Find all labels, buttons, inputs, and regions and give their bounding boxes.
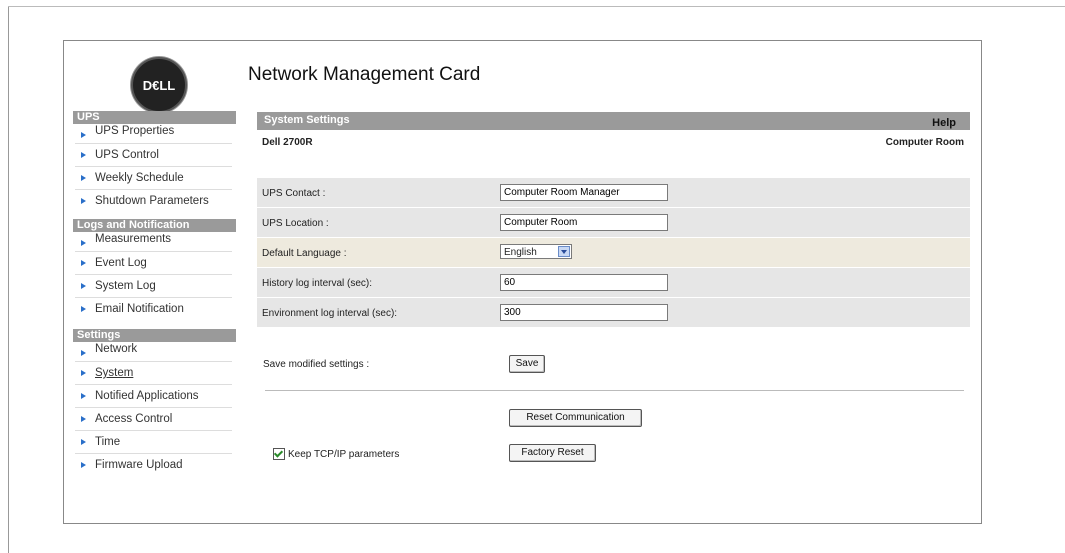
form-row-ups-location: UPS Location : <box>257 208 970 237</box>
sidebar-item-system-log[interactable]: System Log <box>75 275 232 298</box>
ups-location-label: UPS Location : <box>262 218 329 229</box>
settings-form: UPS Contact : UPS Location : Default Lan… <box>257 178 970 328</box>
section-divider <box>265 390 964 391</box>
device-name: Dell 2700R <box>262 137 313 148</box>
language-select-value: English <box>504 247 537 258</box>
sidebar: UPS UPS Properties UPS Control Weekly Sc… <box>73 111 236 476</box>
sidebar-item-network[interactable]: Network <box>75 342 232 362</box>
section-header: System Settings Help <box>257 112 970 130</box>
sidebar-item-event-log[interactable]: Event Log <box>75 252 232 275</box>
main-panel: D€LL Network Management Card UPS UPS Pro… <box>63 40 982 524</box>
chevron-down-icon[interactable] <box>558 246 570 257</box>
sidebar-item-time[interactable]: Time <box>75 431 232 454</box>
language-select[interactable]: English <box>500 244 572 259</box>
settings-content: System Settings Help Dell 2700R Computer… <box>257 112 970 327</box>
sidebar-section-settings: Settings <box>73 329 236 342</box>
environment-interval-label: Environment log interval (sec): <box>262 308 398 319</box>
ups-location-input[interactable] <box>500 214 668 231</box>
history-interval-label: History log interval (sec): <box>262 278 373 289</box>
window-top-border <box>8 6 1065 7</box>
device-location: Computer Room <box>885 137 964 148</box>
history-interval-input[interactable] <box>500 274 668 291</box>
sidebar-item-ups-properties[interactable]: UPS Properties <box>75 124 232 144</box>
default-language-label: Default Language : <box>262 248 347 259</box>
sidebar-item-system[interactable]: System <box>75 362 232 385</box>
ups-contact-label: UPS Contact : <box>262 188 326 199</box>
help-link[interactable]: Help <box>932 117 956 129</box>
page-title: Network Management Card <box>248 64 481 85</box>
sidebar-item-ups-control[interactable]: UPS Control <box>75 144 232 167</box>
save-settings-label: Save modified settings : <box>263 359 370 370</box>
keep-tcpip-option[interactable]: Keep TCP/IP parameters <box>273 448 399 460</box>
window-left-border <box>8 6 9 553</box>
sidebar-item-access-control[interactable]: Access Control <box>75 408 232 431</box>
dell-logo: D€LL <box>131 57 187 113</box>
factory-reset-button[interactable]: Factory Reset <box>509 444 596 462</box>
sidebar-section-logs: Logs and Notification <box>73 219 236 232</box>
save-button[interactable]: Save <box>509 355 545 373</box>
sidebar-item-shutdown-parameters[interactable]: Shutdown Parameters <box>75 190 232 219</box>
ups-contact-input[interactable] <box>500 184 668 201</box>
sidebar-item-firmware-upload[interactable]: Firmware Upload <box>75 454 232 476</box>
keep-tcpip-checkbox[interactable] <box>273 448 285 460</box>
logo-text: D€LL <box>142 77 176 93</box>
form-row-environment-interval: Environment log interval (sec): <box>257 298 970 327</box>
section-title: System Settings <box>264 114 350 126</box>
form-row-ups-contact: UPS Contact : <box>257 178 970 207</box>
device-info-bar: Dell 2700R Computer Room <box>257 130 970 150</box>
reset-communication-button[interactable]: Reset Communication <box>509 409 642 427</box>
sidebar-item-measurements[interactable]: Measurements <box>75 232 232 252</box>
sidebar-section-ups: UPS <box>73 111 236 124</box>
sidebar-item-weekly-schedule[interactable]: Weekly Schedule <box>75 167 232 190</box>
keep-tcpip-label: Keep TCP/IP parameters <box>288 448 400 460</box>
sidebar-item-email-notification[interactable]: Email Notification <box>75 298 232 329</box>
sidebar-item-notified-applications[interactable]: Notified Applications <box>75 385 232 408</box>
form-row-default-language: Default Language : English <box>257 238 970 267</box>
environment-interval-input[interactable] <box>500 304 668 321</box>
form-row-history-interval: History log interval (sec): <box>257 268 970 297</box>
